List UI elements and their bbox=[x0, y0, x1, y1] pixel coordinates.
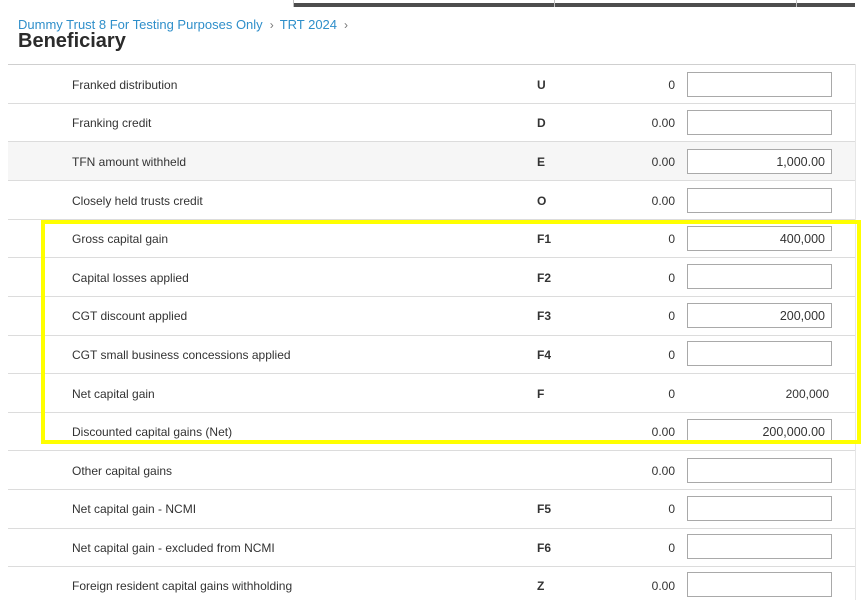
row-code: E bbox=[537, 155, 546, 169]
top-toolbar-strip bbox=[0, 0, 867, 7]
row-label: CGT discount applied bbox=[72, 309, 188, 323]
form-row: Net capital gain - excluded from NCMI F6… bbox=[8, 529, 855, 567]
row-prior-value: 0.00 bbox=[651, 425, 675, 439]
row-amount-input[interactable] bbox=[687, 496, 832, 521]
row-prior-value: 0 bbox=[668, 387, 675, 401]
page-title: Beneficiary bbox=[18, 30, 126, 52]
row-label: Gross capital gain bbox=[72, 232, 169, 246]
form-row: Foreign resident capital gains withholdi… bbox=[8, 567, 855, 601]
form-row: Capital losses applied F2 0 bbox=[8, 258, 855, 297]
row-amount-input[interactable] bbox=[687, 72, 832, 97]
beneficiary-form: Franked distribution U 0 Franking credit… bbox=[8, 64, 855, 601]
row-amount-input[interactable] bbox=[687, 534, 832, 559]
form-row: Franking credit D 0.00 bbox=[8, 104, 855, 142]
row-code: F3 bbox=[537, 309, 552, 323]
row-label: CGT small business concessions applied bbox=[72, 348, 291, 362]
breadcrumb-link-return[interactable]: TRT 2024 bbox=[280, 17, 337, 32]
row-prior-value: 0 bbox=[668, 348, 675, 362]
row-amount-input[interactable] bbox=[687, 303, 832, 328]
row-label: Foreign resident capital gains withholdi… bbox=[72, 579, 293, 593]
form-row: Franked distribution U 0 bbox=[8, 65, 855, 104]
form-row: CGT discount applied F3 0 bbox=[8, 297, 855, 336]
row-code: F2 bbox=[537, 271, 552, 285]
row-prior-value: 0.00 bbox=[651, 116, 675, 130]
form-row: Net capital gain F 0 200,000 bbox=[8, 374, 855, 413]
row-amount-input[interactable] bbox=[687, 341, 832, 366]
row-amount-input[interactable] bbox=[687, 149, 832, 174]
row-prior-value: 0.00 bbox=[651, 464, 675, 478]
scroll-gutter[interactable] bbox=[855, 64, 867, 600]
row-label: Franked distribution bbox=[72, 78, 178, 92]
row-amount-input[interactable] bbox=[687, 188, 832, 213]
form-row: CGT small business concessions applied F… bbox=[8, 336, 855, 374]
row-code: D bbox=[537, 116, 546, 130]
row-prior-value: 0.00 bbox=[651, 579, 675, 593]
form-row: Discounted capital gains (Net) 0.00 bbox=[8, 413, 855, 451]
form-row: Other capital gains 0.00 bbox=[8, 451, 855, 490]
row-prior-value: 0 bbox=[668, 78, 675, 92]
row-prior-value: 0 bbox=[668, 232, 675, 246]
row-code: F bbox=[537, 387, 545, 401]
row-label: Discounted capital gains (Net) bbox=[72, 425, 233, 439]
row-amount-input[interactable] bbox=[687, 226, 832, 251]
row-amount-input[interactable] bbox=[687, 110, 832, 135]
breadcrumb-separator: › bbox=[344, 18, 349, 32]
row-prior-value: 0.00 bbox=[651, 194, 675, 208]
row-code: O bbox=[537, 194, 547, 208]
row-amount-input[interactable] bbox=[687, 572, 832, 597]
row-amount-input[interactable] bbox=[687, 264, 832, 289]
row-label: TFN amount withheld bbox=[72, 155, 187, 169]
row-label: Net capital gain bbox=[72, 387, 155, 401]
row-code: Z bbox=[537, 579, 545, 593]
form-row: TFN amount withheld E 0.00 bbox=[8, 142, 855, 181]
row-prior-value: 0 bbox=[668, 502, 675, 516]
breadcrumb-separator: › bbox=[269, 18, 274, 32]
row-code: F6 bbox=[537, 541, 552, 555]
form-row: Gross capital gain F1 0 bbox=[8, 220, 855, 258]
toolbar-divider bbox=[554, 0, 555, 7]
row-label: Franking credit bbox=[72, 116, 152, 130]
row-prior-value: 0.00 bbox=[651, 155, 675, 169]
row-label: Closely held trusts credit bbox=[72, 194, 203, 208]
row-prior-value: 0 bbox=[668, 541, 675, 555]
row-label: Net capital gain - NCMI bbox=[72, 502, 197, 516]
row-label: Other capital gains bbox=[72, 464, 173, 478]
row-prior-value: 0 bbox=[668, 309, 675, 323]
row-prior-value: 0 bbox=[668, 271, 675, 285]
row-label: Capital losses applied bbox=[72, 271, 189, 285]
row-label: Net capital gain - excluded from NCMI bbox=[72, 541, 275, 555]
toolbar-divider bbox=[796, 0, 797, 7]
form-row: Net capital gain - NCMI F5 0 bbox=[8, 490, 855, 529]
row-code: U bbox=[537, 78, 546, 92]
row-code: F5 bbox=[537, 502, 552, 516]
row-code: F1 bbox=[537, 232, 552, 246]
row-amount-input[interactable] bbox=[687, 419, 832, 444]
toolbar-divider bbox=[293, 0, 294, 7]
page-header: Dummy Trust 8 For Testing Purposes Only ›… bbox=[0, 7, 867, 64]
form-row: Closely held trusts credit O 0.00 bbox=[8, 181, 855, 220]
row-code: F4 bbox=[537, 348, 552, 362]
row-amount-input[interactable] bbox=[687, 458, 832, 483]
row-calculated-value: 200,000 bbox=[785, 387, 829, 401]
